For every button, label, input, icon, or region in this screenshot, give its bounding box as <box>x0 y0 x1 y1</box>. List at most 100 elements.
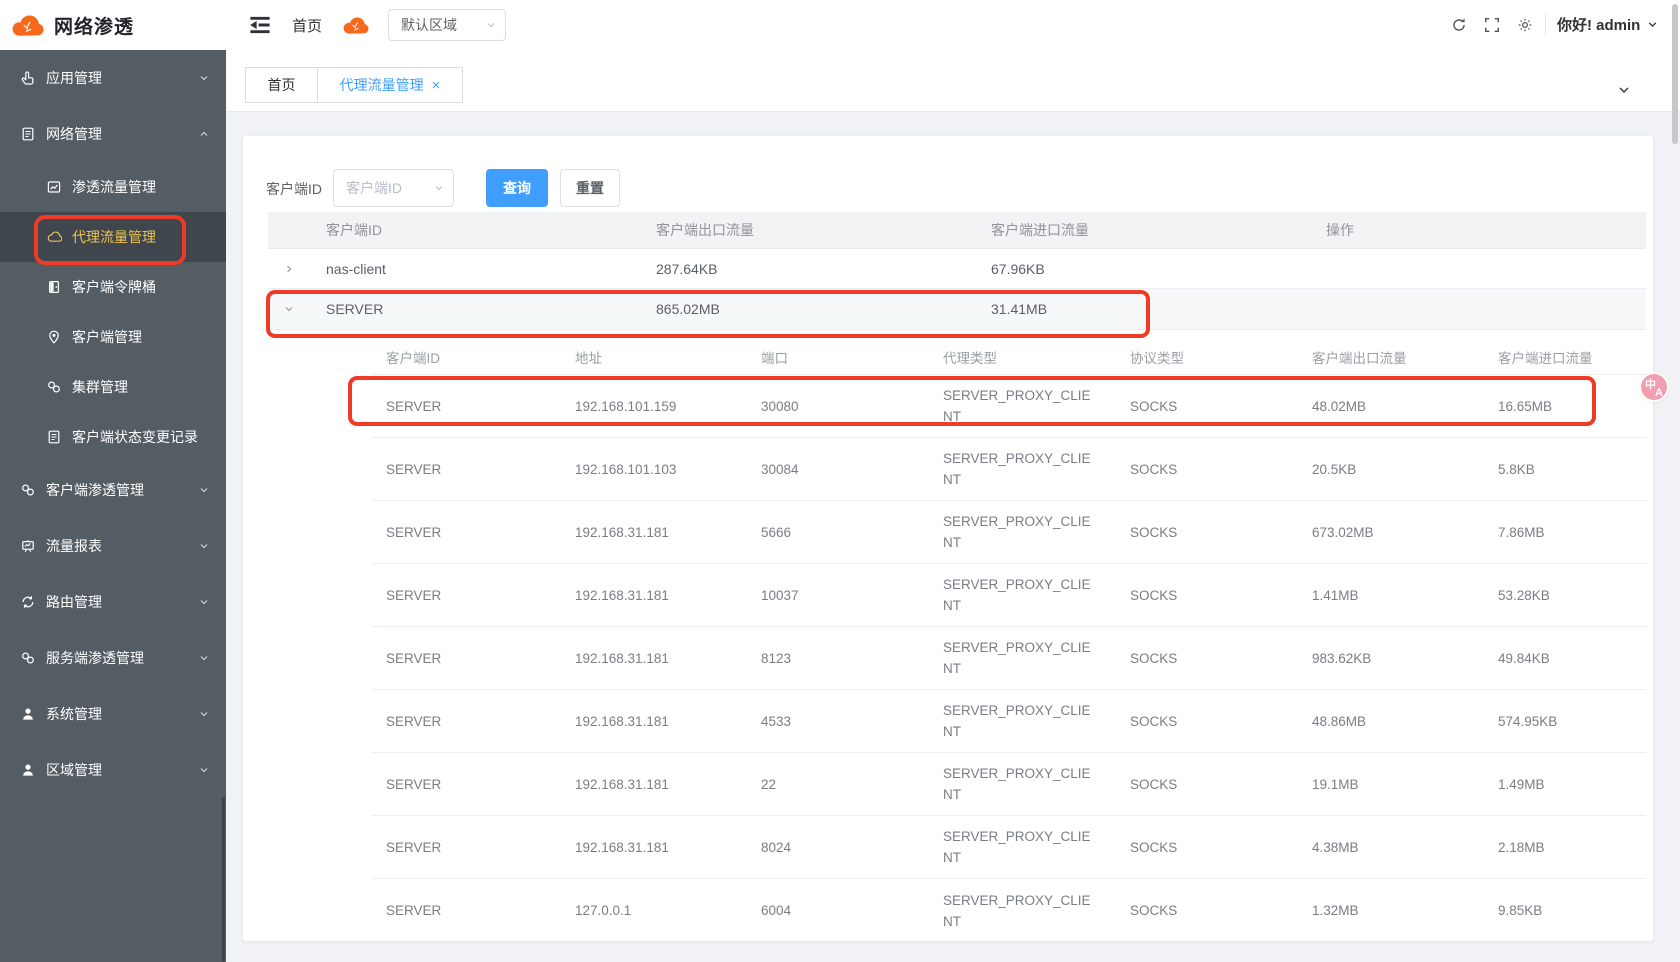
sidebar-item-client-token-bucket[interactable]: 客户端令牌桶 <box>0 262 226 312</box>
chevron-down-icon <box>198 484 210 496</box>
sidebar-item-traffic-report[interactable]: 流量报表 <box>0 518 226 574</box>
cell-in-traffic: 53.28KB <box>1485 588 1646 603</box>
cell-proxy-type: SERVER_PROXY_CLIENT <box>930 385 1117 427</box>
cluster-icon <box>46 379 62 395</box>
route-icon <box>20 594 36 610</box>
cell-address: 192.168.31.181 <box>562 840 748 855</box>
cell-address: 192.168.31.181 <box>562 525 748 540</box>
client-id-filter-label: 客户端ID <box>266 179 322 199</box>
table-row-server[interactable]: SERVER 865.02MB 31.41MB <box>268 289 1646 330</box>
chevron-down-icon <box>198 596 210 608</box>
reset-button[interactable]: 重置 <box>560 169 620 207</box>
translate-badge[interactable]: 中 A <box>1641 374 1667 400</box>
cell-client-id: SERVER <box>373 462 562 477</box>
sidebar-item-network-management[interactable]: 网络管理 <box>0 106 226 162</box>
client-id-placeholder: 客户端ID <box>346 178 433 198</box>
cell-protocol: SOCKS <box>1117 399 1299 414</box>
cell-protocol: SOCKS <box>1117 714 1299 729</box>
chevron-down-icon <box>198 72 210 84</box>
region-select[interactable]: 默认区域 <box>388 9 506 41</box>
sidebar-item-client-penetration[interactable]: 客户端渗透管理 <box>0 462 226 518</box>
cell-protocol: SOCKS <box>1117 840 1299 855</box>
cell-protocol: SOCKS <box>1117 651 1299 666</box>
cell-out-traffic: 983.62KB <box>1299 651 1485 666</box>
inner-table-row: SERVER 192.168.31.181 8024 SERVER_PROXY_… <box>373 816 1646 879</box>
document-icon <box>20 126 36 142</box>
hand-icon <box>20 70 36 86</box>
cell-port: 10037 <box>748 588 930 603</box>
fullscreen-icon[interactable] <box>1483 16 1501 34</box>
map-pin-icon <box>46 329 62 345</box>
app-logo: 网络渗透 <box>0 0 226 50</box>
inner-table-row: SERVER 192.168.101.159 30080 SERVER_PROX… <box>373 375 1646 438</box>
sidebar-item-client-status-log[interactable]: 客户端状态变更记录 <box>0 412 226 462</box>
inner-table-row: SERVER 192.168.31.181 8123 SERVER_PROXY_… <box>373 627 1646 690</box>
token-icon <box>46 279 62 295</box>
sidebar-item-server-penetration[interactable]: 服务端渗透管理 <box>0 630 226 686</box>
query-button[interactable]: 查询 <box>486 169 548 207</box>
cell-client-id: SERVER <box>373 840 562 855</box>
sidebar: 网络渗透 应用管理 网络管理 渗透流量管理 代理流量管理 客户端令牌桶 客户端管… <box>0 0 226 962</box>
page-scrollbar-thumb[interactable] <box>1672 4 1678 144</box>
tabbar-chevron-down-icon[interactable] <box>1616 82 1632 98</box>
expand-row-icon[interactable] <box>283 263 295 275</box>
chevron-down-icon <box>1646 18 1659 31</box>
cell-in-traffic: 5.8KB <box>1485 462 1646 477</box>
chevron-down-icon <box>198 652 210 664</box>
cell-proxy-type: SERVER_PROXY_CLIENT <box>930 637 1117 679</box>
header-out-traffic: 客户端出口流量 <box>640 220 975 240</box>
user-menu[interactable]: 你好! admin <box>1557 14 1659 35</box>
theme-icon[interactable] <box>1516 16 1534 34</box>
cell-in-traffic: 9.85KB <box>1485 903 1646 918</box>
inner-table-row: SERVER 192.168.31.181 10037 SERVER_PROXY… <box>373 564 1646 627</box>
collapse-menu-icon[interactable] <box>248 13 272 37</box>
cell-in-traffic: 1.49MB <box>1485 777 1646 792</box>
sidebar-item-cluster-management[interactable]: 集群管理 <box>0 362 226 412</box>
cell-out-traffic: 1.32MB <box>1299 903 1485 918</box>
sidebar-item-proxy-traffic[interactable]: 代理流量管理 <box>0 212 226 262</box>
tab-home[interactable]: 首页 <box>245 67 318 103</box>
cell-in-traffic: 49.84KB <box>1485 651 1646 666</box>
table-row-nas-client[interactable]: nas-client 287.64KB 67.96KB <box>268 249 1646 289</box>
sidebar-scrollbar-thumb[interactable] <box>222 797 225 962</box>
cell-in-traffic: 2.18MB <box>1485 840 1646 855</box>
cell-in-traffic: 16.65MB <box>1485 399 1646 414</box>
table-header-row: 客户端ID 客户端出口流量 客户端进口流量 操作 <box>268 212 1646 249</box>
cell-address: 192.168.101.103 <box>562 462 748 477</box>
chevron-down-icon <box>198 540 210 552</box>
breadcrumb-home[interactable]: 首页 <box>292 15 322 36</box>
sidebar-item-route-management[interactable]: 路由管理 <box>0 574 226 630</box>
cell-proxy-type: SERVER_PROXY_CLIENT <box>930 511 1117 553</box>
cell-client-id: SERVER <box>373 399 562 414</box>
chart-icon <box>46 179 62 195</box>
cell-out-traffic: 1.41MB <box>1299 588 1485 603</box>
server-detail-table: 客户端ID 地址 端口 代理类型 协议类型 客户端出口流量 客户端进口流量 SE… <box>373 340 1646 941</box>
cell-client-id: SERVER <box>373 525 562 540</box>
chevron-up-icon <box>198 128 210 140</box>
close-tab-icon[interactable]: × <box>432 78 441 93</box>
record-icon <box>46 429 62 445</box>
tab-proxy-traffic[interactable]: 代理流量管理 × <box>318 67 463 103</box>
sidebar-menu: 应用管理 网络管理 渗透流量管理 代理流量管理 客户端令牌桶 客户端管理 集群管… <box>0 50 226 798</box>
app-title: 网络渗透 <box>54 12 134 39</box>
cell-client-id: SERVER <box>373 588 562 603</box>
collapse-row-icon[interactable] <box>283 303 295 315</box>
inner-table-row: SERVER 192.168.31.181 4533 SERVER_PROXY_… <box>373 690 1646 753</box>
header-client-id: 客户端ID <box>310 220 640 240</box>
refresh-icon[interactable] <box>1450 16 1468 34</box>
cloud-icon[interactable] <box>342 13 370 37</box>
cell-address: 192.168.101.159 <box>562 399 748 414</box>
cell-address: 127.0.0.1 <box>562 903 748 918</box>
sidebar-item-app-management[interactable]: 应用管理 <box>0 50 226 106</box>
cell-protocol: SOCKS <box>1117 462 1299 477</box>
cell-protocol: SOCKS <box>1117 903 1299 918</box>
cell-port: 4533 <box>748 714 930 729</box>
sidebar-item-penetration-traffic[interactable]: 渗透流量管理 <box>0 162 226 212</box>
sidebar-item-client-management[interactable]: 客户端管理 <box>0 312 226 362</box>
cell-port: 30080 <box>748 399 930 414</box>
sidebar-item-system-management[interactable]: 系统管理 <box>0 686 226 742</box>
cell-address: 192.168.31.181 <box>562 777 748 792</box>
chevron-down-icon <box>198 708 210 720</box>
sidebar-item-region-management[interactable]: 区域管理 <box>0 742 226 798</box>
client-id-select[interactable]: 客户端ID <box>333 169 454 207</box>
